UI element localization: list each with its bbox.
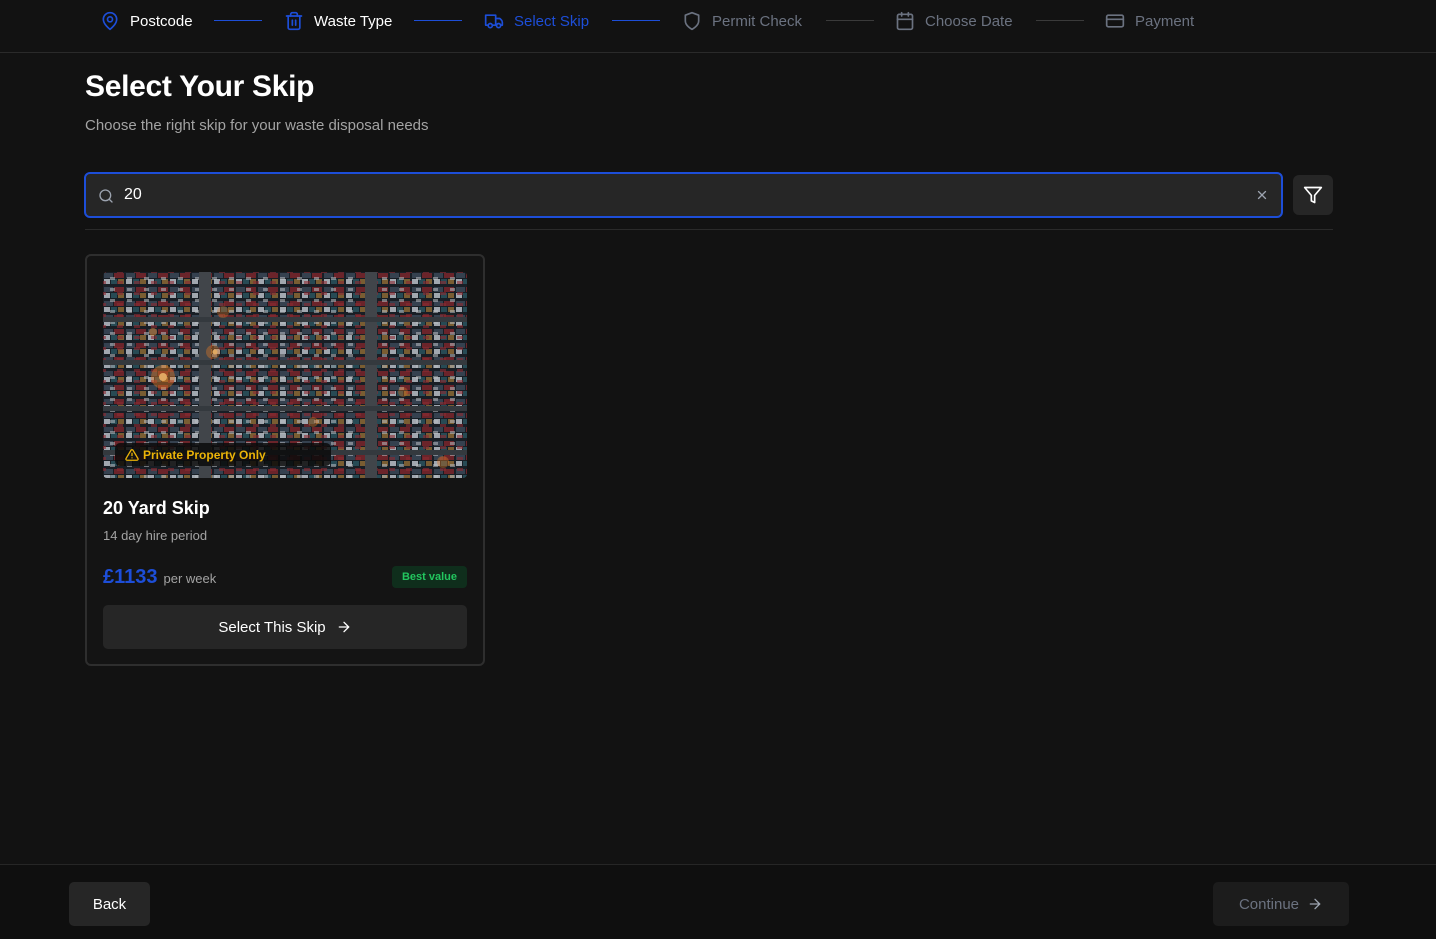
shield-icon <box>684 11 700 31</box>
step-postcode[interactable]: Postcode <box>100 10 193 32</box>
progress-stepper: Postcode Waste Type Select Skip Permit C… <box>0 0 1436 53</box>
price-value: £1133 <box>103 566 158 588</box>
step-label: Select Skip <box>514 12 590 30</box>
truck-icon <box>484 14 504 29</box>
step-connector <box>214 20 262 21</box>
back-label: Back <box>92 895 127 913</box>
clear-search-button[interactable] <box>1253 186 1271 204</box>
footer-bar: Back Continue <box>0 864 1436 939</box>
step-label: Postcode <box>130 12 193 30</box>
credit-card-icon <box>1105 14 1125 28</box>
step-connector <box>826 20 874 21</box>
warning-text: Private Property Only <box>143 447 266 462</box>
select-skip-button[interactable]: Select This Skip <box>103 605 467 649</box>
step-label: Choose Date <box>925 12 1013 30</box>
warning-badge: Private Property Only <box>115 443 331 466</box>
calendar-icon <box>896 11 914 31</box>
skip-image: Private Property Only <box>103 272 467 478</box>
step-label: Waste Type <box>314 12 393 30</box>
warning-triangle-icon <box>125 448 139 461</box>
step-connector <box>612 20 660 21</box>
trash-icon <box>285 11 303 31</box>
filter-button[interactable] <box>1293 175 1333 215</box>
map-pin-icon <box>102 11 118 31</box>
step-payment[interactable]: Payment <box>1105 10 1194 32</box>
step-permit-check[interactable]: Permit Check <box>682 10 802 32</box>
continue-label: Continue <box>1238 895 1300 913</box>
step-connector <box>1036 20 1084 21</box>
filter-icon <box>1303 186 1323 204</box>
arrow-right-icon <box>338 621 349 633</box>
step-label: Permit Check <box>712 12 803 30</box>
search-icon <box>99 189 113 203</box>
select-skip-label: Select This Skip <box>218 618 326 636</box>
step-label: Payment <box>1135 12 1195 30</box>
price-unit: per week <box>163 571 217 586</box>
hire-period: 14 day hire period <box>103 528 208 543</box>
arrow-right-icon <box>1309 898 1321 910</box>
page-subtitle: Choose the right skip for your waste dis… <box>85 117 429 134</box>
best-value-badge: Best value <box>391 566 467 588</box>
step-select-skip[interactable]: Select Skip <box>484 10 589 32</box>
page-title: Select Your Skip <box>85 70 315 103</box>
divider <box>85 229 1333 230</box>
search-input[interactable] <box>124 182 1224 208</box>
close-icon <box>1257 190 1267 200</box>
search-box <box>84 172 1283 218</box>
step-waste-type[interactable]: Waste Type <box>284 10 392 32</box>
back-button[interactable]: Back <box>69 882 150 926</box>
step-choose-date[interactable]: Choose Date <box>895 10 1013 32</box>
skip-title: 20 Yard Skip <box>103 498 210 518</box>
skip-card[interactable]: Private Property Only 20 Yard Skip 14 da… <box>85 254 485 666</box>
price-row: £1133 per week <box>103 566 216 589</box>
continue-button[interactable]: Continue <box>1213 882 1349 926</box>
step-connector <box>414 20 462 21</box>
